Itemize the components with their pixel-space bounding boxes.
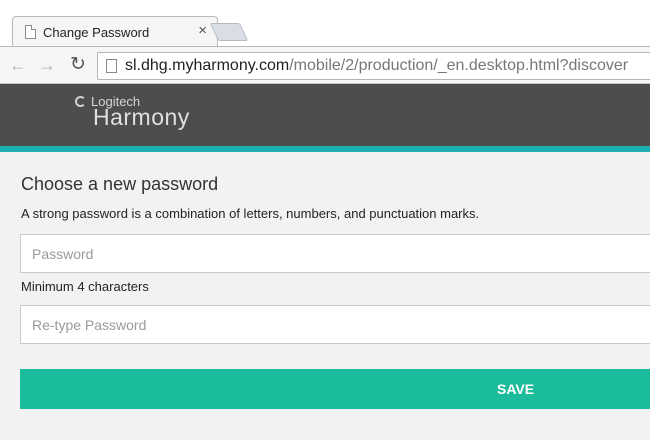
retype-password-field [20, 305, 650, 344]
page-info-icon[interactable] [106, 59, 117, 73]
change-password-form: Choose a new password A strong password … [0, 152, 650, 440]
browser-tab[interactable]: Change Password × [12, 16, 218, 48]
url-path: /mobile/2/production/_en.desktop.html?di… [289, 57, 629, 74]
form-description: A strong password is a combination of le… [21, 206, 480, 221]
logo-product: Harmony [93, 104, 190, 130]
back-arrow-icon[interactable]: ← [9, 54, 27, 76]
retype-password-input[interactable] [21, 306, 650, 343]
save-button[interactable]: SAVE [20, 369, 650, 409]
tab-title: Change Password [43, 25, 150, 40]
password-hint: Minimum 4 characters [21, 279, 149, 294]
reload-icon[interactable]: ↻ [70, 54, 86, 76]
page-title: Choose a new password [21, 174, 219, 194]
url-text: sl.dhg.myharmony.com/mobile/2/production… [125, 57, 628, 75]
address-bar[interactable]: sl.dhg.myharmony.com/mobile/2/production… [97, 52, 650, 80]
password-field [20, 234, 650, 273]
url-host: sl.dhg.myharmony.com [125, 57, 290, 74]
close-tab-icon[interactable]: × [198, 23, 207, 39]
browser-tab-strip: Change Password × [0, 0, 650, 48]
forward-arrow-icon[interactable]: → [38, 54, 56, 76]
browser-toolbar: ← → ↻ sl.dhg.myharmony.com/mobile/2/prod… [0, 46, 650, 84]
page-icon [25, 25, 36, 39]
logitech-logo-icon [75, 96, 86, 107]
password-input[interactable] [21, 235, 650, 272]
